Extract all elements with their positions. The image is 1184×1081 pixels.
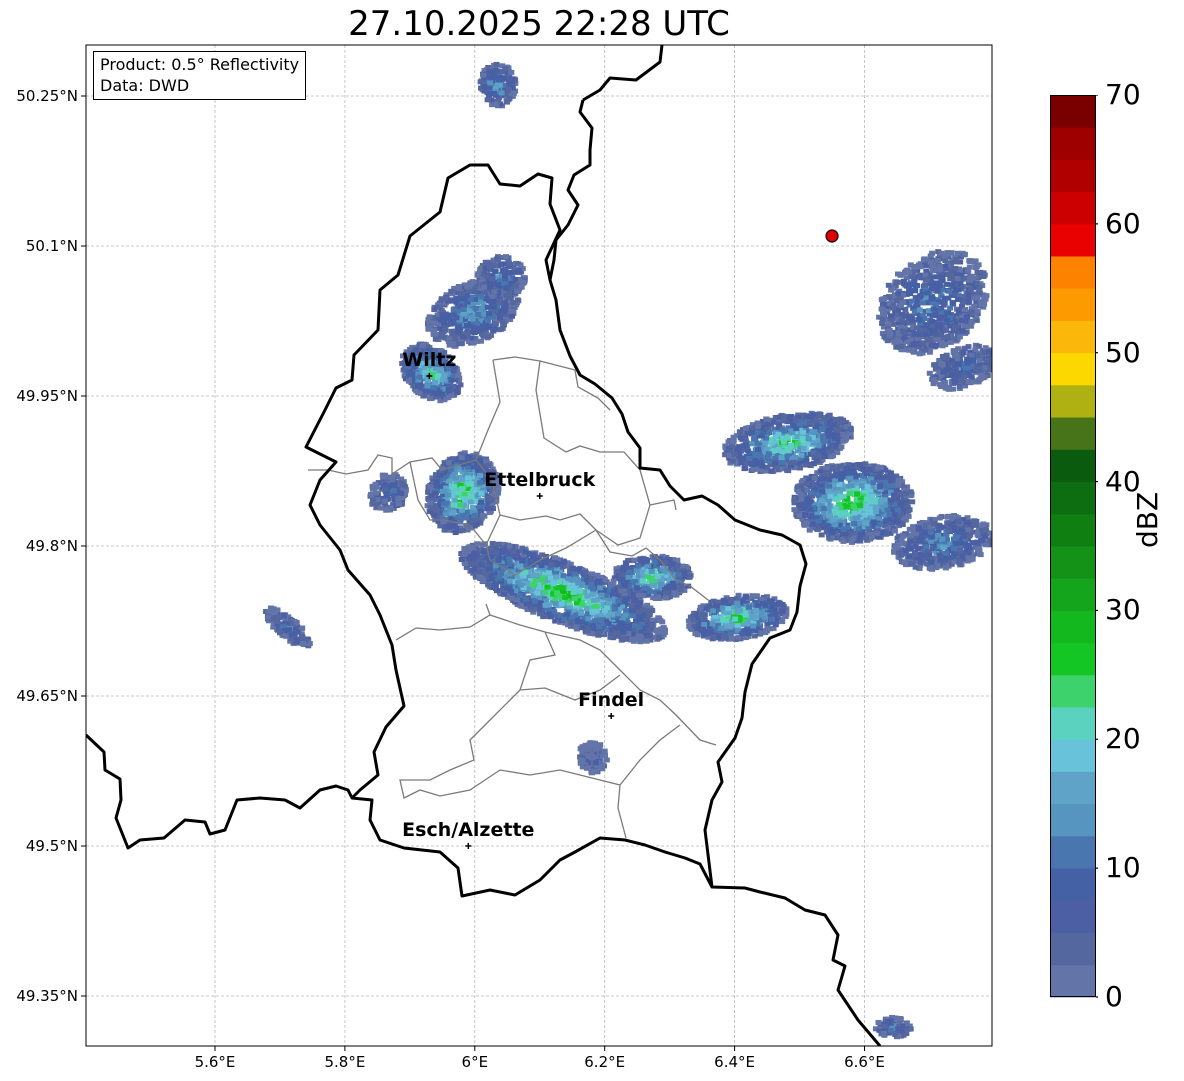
colorbar-tick-label: 30 [1105,593,1141,627]
colorbar-tick-label: 60 [1105,206,1141,240]
place-label-esch: Esch/Alzette [402,819,535,841]
lon-tick-label: 5.6°E [194,1053,236,1071]
radar-map [81,44,993,1051]
lon-tick-label: 5.8°E [324,1053,366,1071]
colorbar-tick-label: 10 [1105,851,1141,885]
place-label-ettelbruck: Ettelbruck [484,469,596,491]
lat-tick-label: 49.95°N [16,387,78,405]
map-frame [85,44,993,1047]
lat-tick-label: 49.65°N [16,687,78,705]
graticule [86,45,992,1046]
colorbar-tick-label: 70 [1105,78,1141,111]
town-marker [465,843,472,849]
reflectivity-echoes [263,61,992,1040]
town-marker [536,493,543,499]
lon-tick-label: 6°E [461,1053,489,1071]
lat-tick-label: 50.1°N [25,237,78,255]
colorbar-label: dBZ [1131,491,1164,548]
x-tick-marks [214,1046,865,1051]
lon-tick-label: 6.4°E [714,1053,756,1071]
y-tick-marks [81,95,86,997]
source-text: Data: DWD [100,76,190,95]
town-marker [608,713,615,719]
lat-tick-label: 49.5°N [25,837,78,855]
colorbar-tick-label: 50 [1105,335,1141,369]
radar-site-marker [825,229,839,243]
colorbar-tick-label: 20 [1105,722,1141,756]
info-box: Product: 0.5° Reflectivity Data: DWD [93,51,307,100]
colorbar [1050,95,1098,998]
place-label-wiltz: Wiltz [402,349,457,371]
lat-tick-label: 50.25°N [16,87,78,105]
colorbar-tick-label: 0 [1105,980,1123,1013]
product-text: Product: 0.5° Reflectivity [100,55,300,74]
lat-tick-label: 49.8°N [25,537,78,555]
place-label-findel: Findel [578,689,645,711]
lat-tick-label: 49.35°N [16,987,78,1005]
lon-tick-label: 6.2°E [584,1053,626,1071]
lon-tick-label: 6.6°E [844,1053,885,1071]
